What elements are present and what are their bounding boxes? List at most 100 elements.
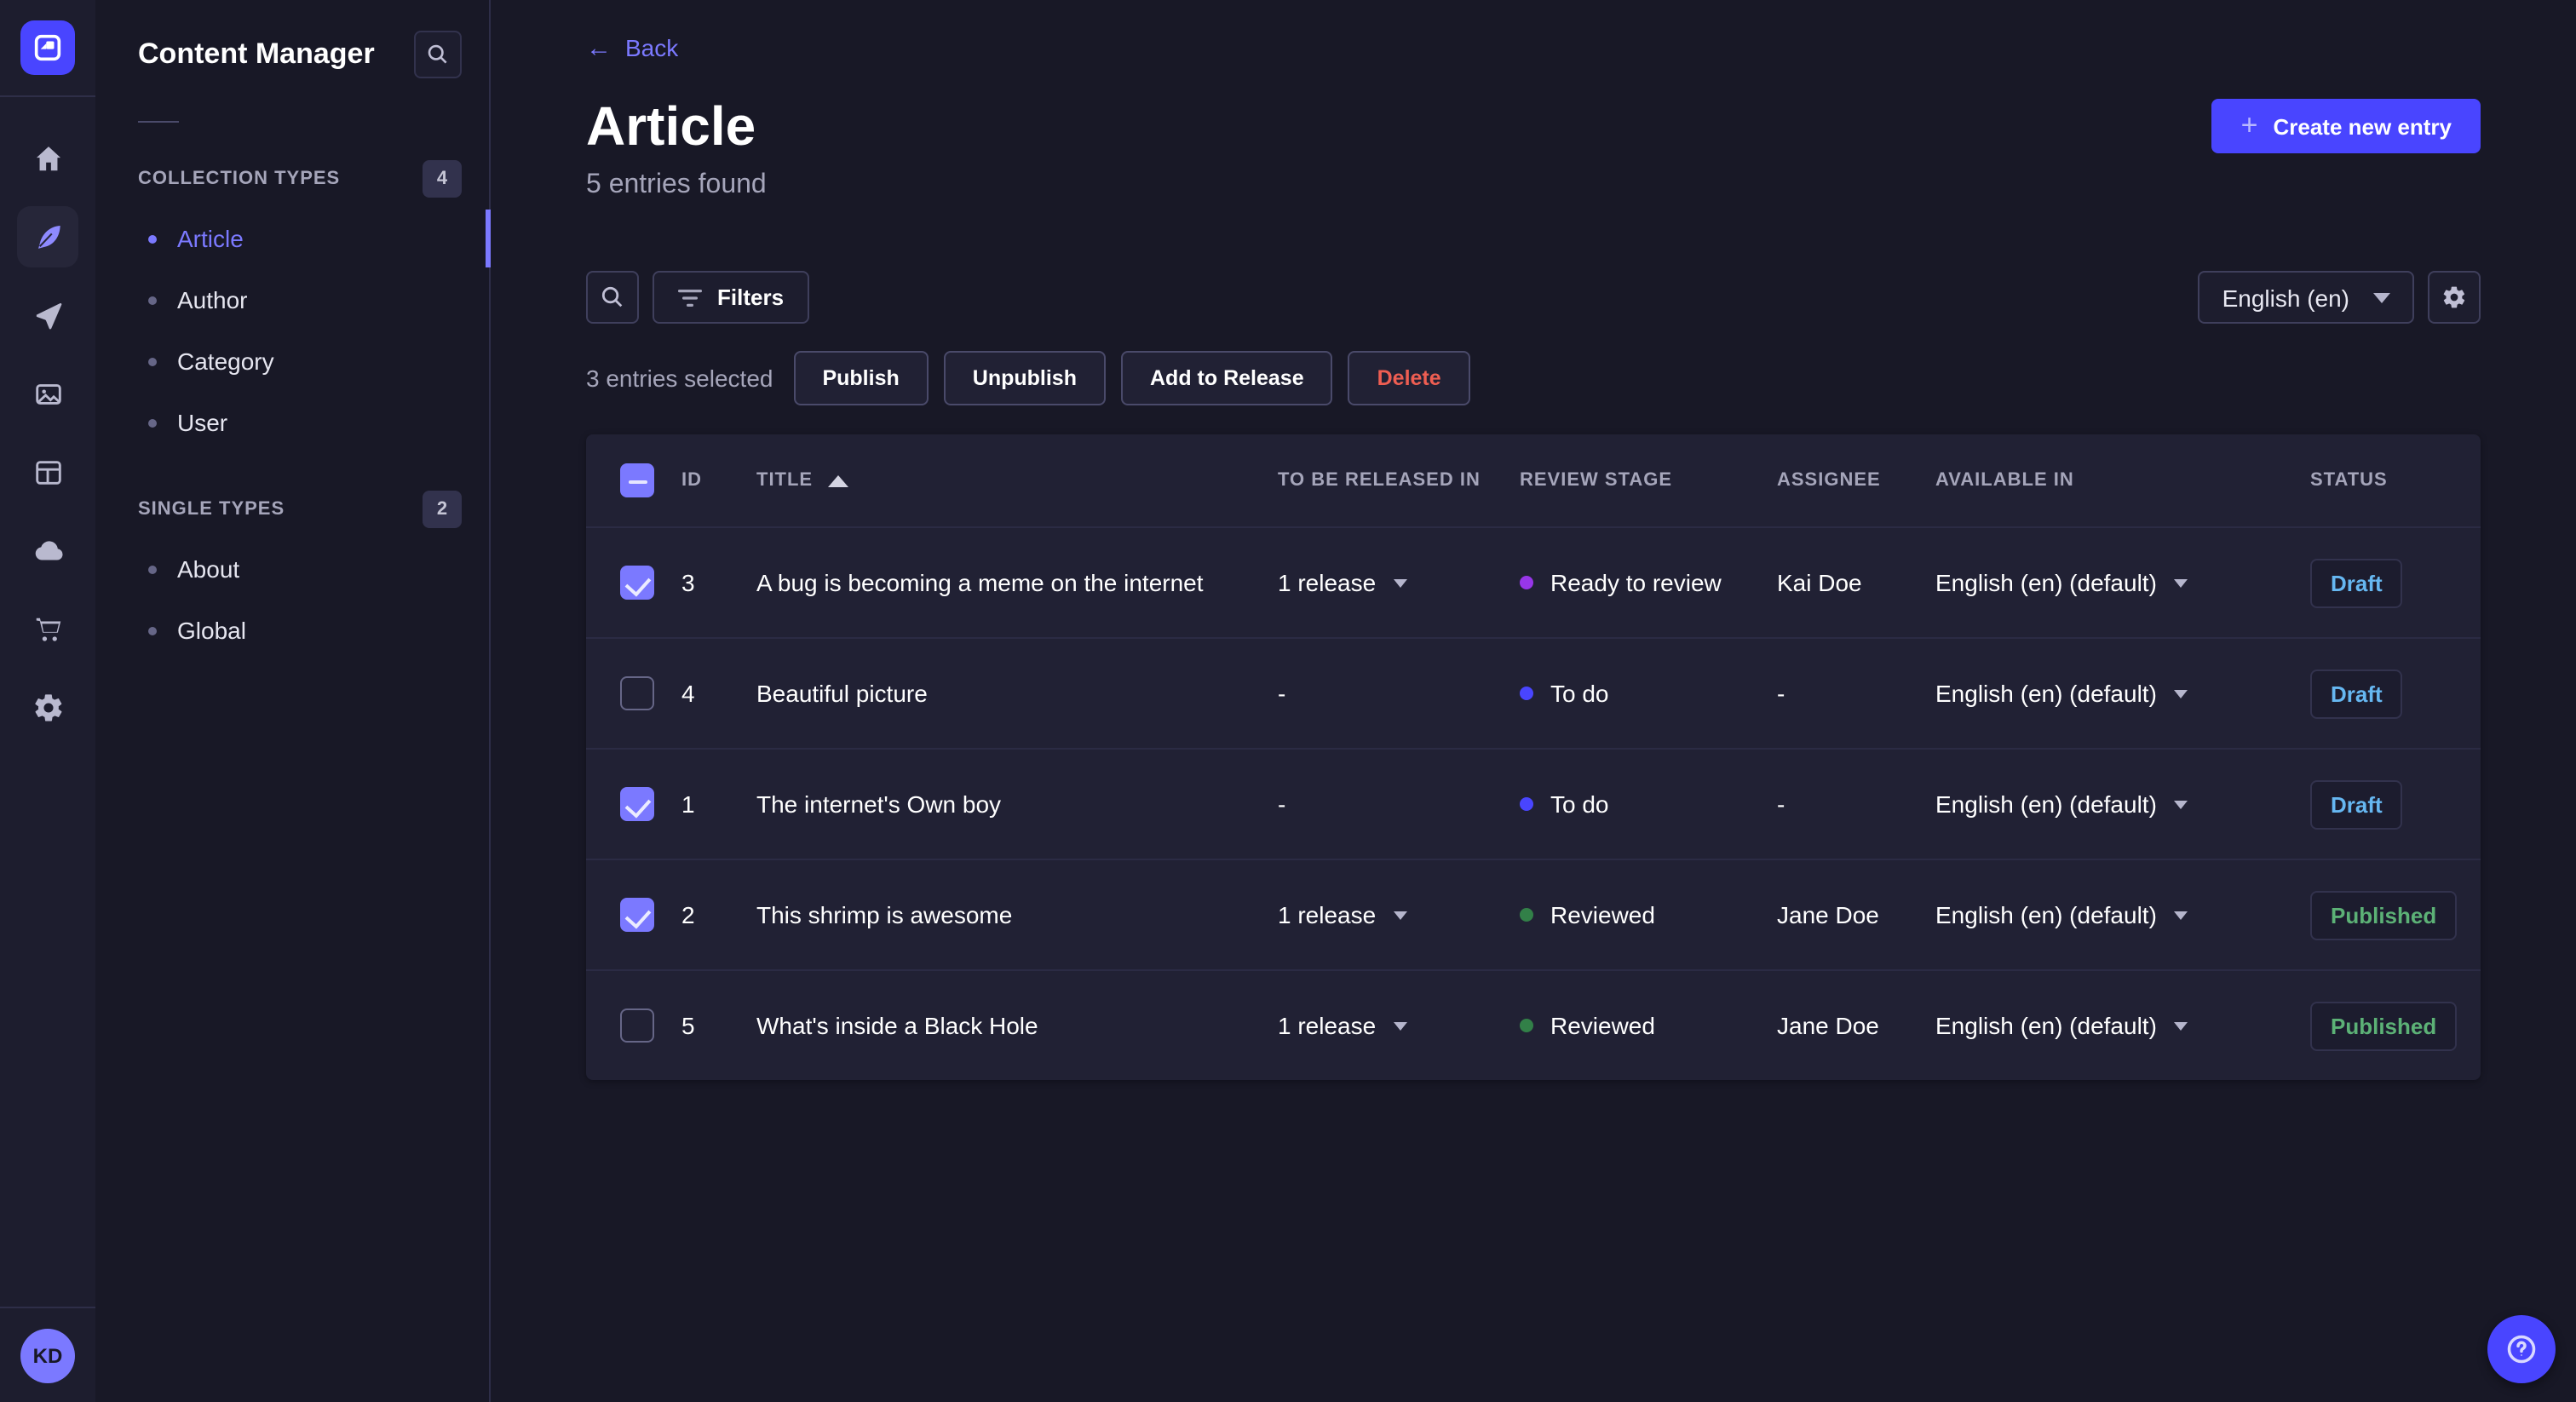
- stage-dot-icon: [1520, 797, 1533, 811]
- view-settings-button[interactable]: [2428, 271, 2481, 324]
- cell-release: -: [1278, 790, 1286, 818]
- cell-review-stage: To do: [1520, 790, 1777, 818]
- sidebar-item-author[interactable]: Author: [148, 269, 462, 330]
- cell-review-stage: Reviewed: [1520, 1012, 1777, 1039]
- table-row[interactable]: 4 Beautiful picture - To do - English (e…: [586, 637, 2481, 748]
- bullet-icon: [148, 296, 157, 304]
- locale-dropdown[interactable]: English (en) (default): [1935, 569, 2188, 596]
- cell-review-stage: To do: [1520, 680, 1777, 707]
- cell-assignee: Jane Doe: [1777, 1012, 1879, 1039]
- select-all-checkbox[interactable]: [620, 463, 654, 497]
- stage-dot-icon: [1520, 576, 1533, 589]
- search-icon: [428, 44, 447, 64]
- search-button[interactable]: [414, 31, 462, 78]
- unpublish-button[interactable]: Unpublish: [943, 351, 1106, 405]
- app-window: KD Content Manager COLLECTION TYPES 4 Ar…: [0, 0, 2576, 1402]
- delete-button[interactable]: Delete: [1348, 351, 1470, 405]
- divider: [138, 121, 179, 123]
- cell-title: What's inside a Black Hole: [756, 1012, 1038, 1039]
- layout-icon[interactable]: [17, 441, 78, 503]
- plus-icon: +: [2240, 109, 2258, 141]
- filter-icon: [678, 289, 702, 306]
- stage-dot-icon: [1520, 687, 1533, 700]
- release-dropdown[interactable]: 1 release: [1278, 901, 1407, 928]
- sidebar-item-label: Author: [177, 286, 248, 313]
- home-icon[interactable]: [17, 128, 78, 189]
- locale-dropdown[interactable]: English (en) (default): [1935, 1012, 2188, 1039]
- table-row[interactable]: 2 This shrimp is awesome 1 release Revie…: [586, 859, 2481, 969]
- sidebar-item-label: Global: [177, 617, 246, 644]
- cloud-icon[interactable]: [17, 520, 78, 581]
- status-badge: Draft: [2310, 669, 2403, 718]
- column-header-review-stage[interactable]: REVIEW STAGE: [1520, 470, 1777, 491]
- chevron-down-icon: [2173, 800, 2188, 808]
- release-dropdown[interactable]: 1 release: [1278, 1012, 1407, 1039]
- filters-button[interactable]: Filters: [653, 271, 810, 324]
- cart-icon[interactable]: [17, 598, 78, 659]
- help-button[interactable]: [2487, 1315, 2556, 1383]
- row-checkbox[interactable]: [620, 898, 654, 932]
- cell-id: 5: [681, 1012, 695, 1039]
- cell-release: -: [1278, 680, 1286, 707]
- user-avatar[interactable]: KD: [20, 1328, 75, 1382]
- bullet-icon: [148, 418, 157, 427]
- search-button[interactable]: [586, 271, 639, 324]
- sidebar-item-category[interactable]: Category: [148, 330, 462, 392]
- locale-dropdown[interactable]: English (en) (default): [1935, 680, 2188, 707]
- locale-select[interactable]: English (en): [2198, 271, 2414, 324]
- entries-table: ID TITLE TO BE RELEASED IN REVIEW STAGE …: [586, 434, 2481, 1080]
- create-new-entry-button[interactable]: + Create new entry: [2211, 99, 2481, 153]
- entries-count-text: 5 entries found: [586, 170, 767, 199]
- feather-icon[interactable]: [17, 206, 78, 267]
- cell-assignee: Kai Doe: [1777, 569, 1862, 596]
- sidebar-item-article[interactable]: Article: [148, 208, 491, 269]
- stage-dot-icon: [1520, 908, 1533, 922]
- table-row[interactable]: 1 The internet's Own boy - To do - Engli…: [586, 748, 2481, 859]
- sidebar-item-label: Category: [177, 348, 274, 375]
- back-link[interactable]: Back: [625, 34, 678, 61]
- locale-dropdown[interactable]: English (en) (default): [1935, 790, 2188, 818]
- row-checkbox[interactable]: [620, 787, 654, 821]
- locale-dropdown[interactable]: English (en) (default): [1935, 901, 2188, 928]
- sidebar-item-user[interactable]: User: [148, 392, 462, 453]
- cell-review-stage: Ready to review: [1520, 569, 1777, 596]
- row-checkbox[interactable]: [620, 1008, 654, 1043]
- cell-id: 2: [681, 901, 695, 928]
- publish-button[interactable]: Publish: [793, 351, 929, 405]
- column-header-available-in[interactable]: AVAILABLE IN: [1935, 470, 2310, 491]
- cell-assignee: Jane Doe: [1777, 901, 1879, 928]
- status-badge: Published: [2310, 1001, 2458, 1050]
- add-to-release-button[interactable]: Add to Release: [1121, 351, 1333, 405]
- chevron-down-icon: [2173, 911, 2188, 919]
- cell-title: This shrimp is awesome: [756, 901, 1013, 928]
- column-header-title[interactable]: TITLE: [756, 470, 1278, 491]
- column-header-status[interactable]: STATUS: [2310, 470, 2481, 491]
- main-nav-rail: KD: [0, 0, 95, 1402]
- column-header-assignee[interactable]: ASSIGNEE: [1777, 470, 1935, 491]
- paper-plane-icon[interactable]: [17, 284, 78, 346]
- collection-types-count-badge: 4: [423, 160, 462, 198]
- selection-count-text: 3 entries selected: [586, 365, 773, 392]
- locale-selected-value: English (en): [2222, 284, 2349, 311]
- stage-dot-icon: [1520, 1019, 1533, 1032]
- section-label-collection-types: COLLECTION TYPES: [138, 169, 341, 189]
- strapi-logo-icon[interactable]: [20, 20, 75, 75]
- sidebar-item-global[interactable]: Global: [148, 600, 462, 661]
- row-checkbox[interactable]: [620, 566, 654, 600]
- chevron-down-icon: [2173, 1021, 2188, 1030]
- column-header-id[interactable]: ID: [681, 470, 756, 491]
- table-row[interactable]: 3 A bug is becoming a meme on the intern…: [586, 526, 2481, 637]
- page-title: Article: [586, 95, 756, 157]
- cell-title: Beautiful picture: [756, 680, 928, 707]
- row-checkbox[interactable]: [620, 676, 654, 710]
- release-dropdown[interactable]: 1 release: [1278, 569, 1407, 596]
- table-row[interactable]: 5 What's inside a Black Hole 1 release R…: [586, 969, 2481, 1080]
- cell-id: 4: [681, 680, 695, 707]
- chevron-down-icon: [1393, 578, 1407, 587]
- sidebar-item-about[interactable]: About: [148, 538, 462, 600]
- media-images-icon[interactable]: [17, 363, 78, 424]
- column-header-release[interactable]: TO BE RELEASED IN: [1278, 470, 1520, 491]
- table-header-row: ID TITLE TO BE RELEASED IN REVIEW STAGE …: [586, 434, 2481, 526]
- gear-icon[interactable]: [17, 676, 78, 738]
- section-label-single-types: SINGLE TYPES: [138, 499, 285, 520]
